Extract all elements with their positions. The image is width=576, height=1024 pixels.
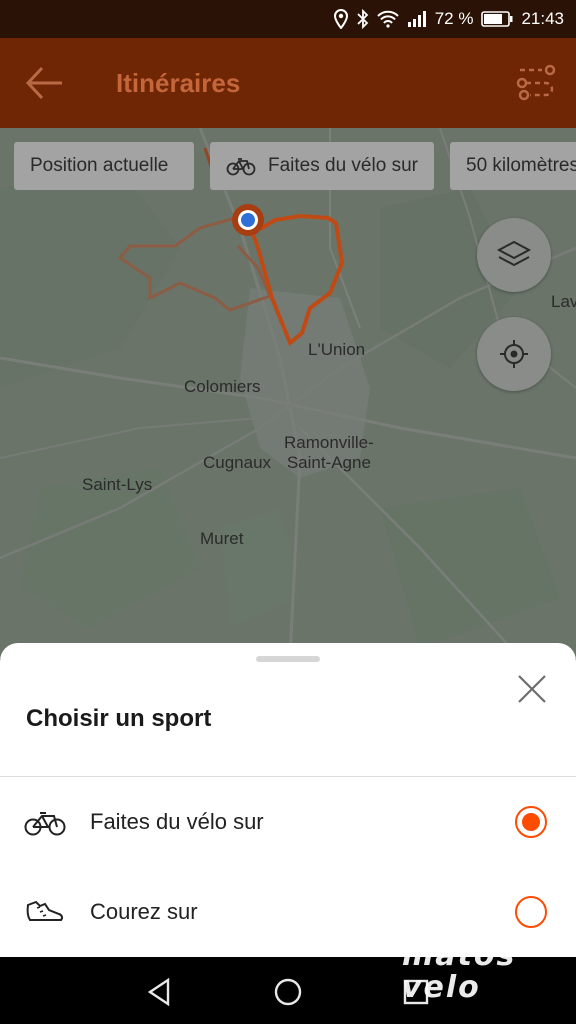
bike-icon	[226, 156, 256, 176]
wifi-icon	[376, 10, 399, 28]
watermark-line2: velo	[402, 970, 481, 1005]
sport-option-ride[interactable]: Faites du vélo sur	[0, 777, 576, 867]
map-label-colomiers: Colomiers	[184, 377, 261, 396]
sport-option-run-label: Courez sur	[90, 899, 198, 924]
radio-selected[interactable]	[515, 806, 547, 838]
map-canvas	[0, 128, 576, 658]
clock: 21:43	[521, 9, 564, 28]
location-icon	[333, 9, 349, 29]
sheet-drag-handle[interactable]	[256, 656, 320, 662]
sheet-title: Choisir un sport	[26, 705, 212, 732]
route-icon	[516, 64, 556, 101]
layers-icon	[496, 240, 532, 267]
choose-sport-sheet: Choisir un sport Faites du vélo sur Cour…	[0, 643, 576, 957]
map-label-lav: Lav	[551, 292, 576, 311]
close-icon	[518, 675, 546, 703]
location-filter-label: Position actuelle	[30, 155, 169, 176]
current-location-dot	[241, 213, 255, 227]
bluetooth-icon	[357, 9, 369, 29]
route-options-button[interactable]	[512, 62, 558, 104]
distance-filter-label: 50 kilomètres	[466, 155, 576, 176]
map-label-muret: Muret	[200, 529, 244, 548]
battery-icon	[481, 11, 513, 27]
watermark-line1: matos	[402, 938, 517, 973]
distance-filter-chip[interactable]: 50 kilomètres	[450, 142, 576, 190]
status-bar: 72 % 21:43	[0, 0, 576, 38]
sport-option-ride-label: Faites du vélo sur	[90, 809, 264, 834]
close-button[interactable]	[512, 669, 552, 709]
map-label-ramonville-line1: Ramonville-	[284, 433, 374, 452]
sport-filter-chip[interactable]: Faites du vélo sur	[210, 142, 434, 190]
watermark-logo: matos velo	[402, 940, 562, 1020]
map-label-ramonville: Ramonville- Saint-Agne	[284, 433, 374, 473]
back-button[interactable]	[20, 62, 66, 104]
map-label-ramonville-line2: Saint-Agne	[286, 453, 371, 472]
radio-dot	[522, 813, 540, 831]
map-label-cugnaux: Cugnaux	[203, 453, 272, 472]
sport-filter-label: Faites du vélo sur	[268, 155, 418, 176]
shoe-icon	[24, 895, 66, 929]
nav-home-button[interactable]	[268, 972, 308, 1012]
map[interactable]: Position actuelle Faites du vélo sur 50 …	[0, 128, 576, 658]
locate-me-button[interactable]	[477, 317, 551, 391]
circle-home-icon	[274, 978, 302, 1006]
battery-percent: 72 %	[434, 9, 474, 28]
arrow-left-icon	[25, 66, 62, 100]
map-label-lunion: L'Union	[308, 340, 366, 359]
page-title: Itinéraires	[116, 68, 241, 98]
bike-icon	[24, 805, 66, 839]
crosshair-icon	[500, 340, 528, 368]
map-layers-button[interactable]	[477, 218, 551, 292]
triangle-back-icon	[147, 977, 170, 1007]
radio-unselected[interactable]	[515, 896, 547, 928]
status-icons: 72 % 21:43	[333, 0, 564, 38]
nav-back-button[interactable]	[140, 972, 180, 1012]
location-filter-chip[interactable]: Position actuelle	[14, 142, 194, 190]
signal-icon	[407, 10, 427, 28]
app-bar: Itinéraires	[0, 38, 576, 128]
map-label-saintlys: Saint-Lys	[82, 475, 153, 494]
